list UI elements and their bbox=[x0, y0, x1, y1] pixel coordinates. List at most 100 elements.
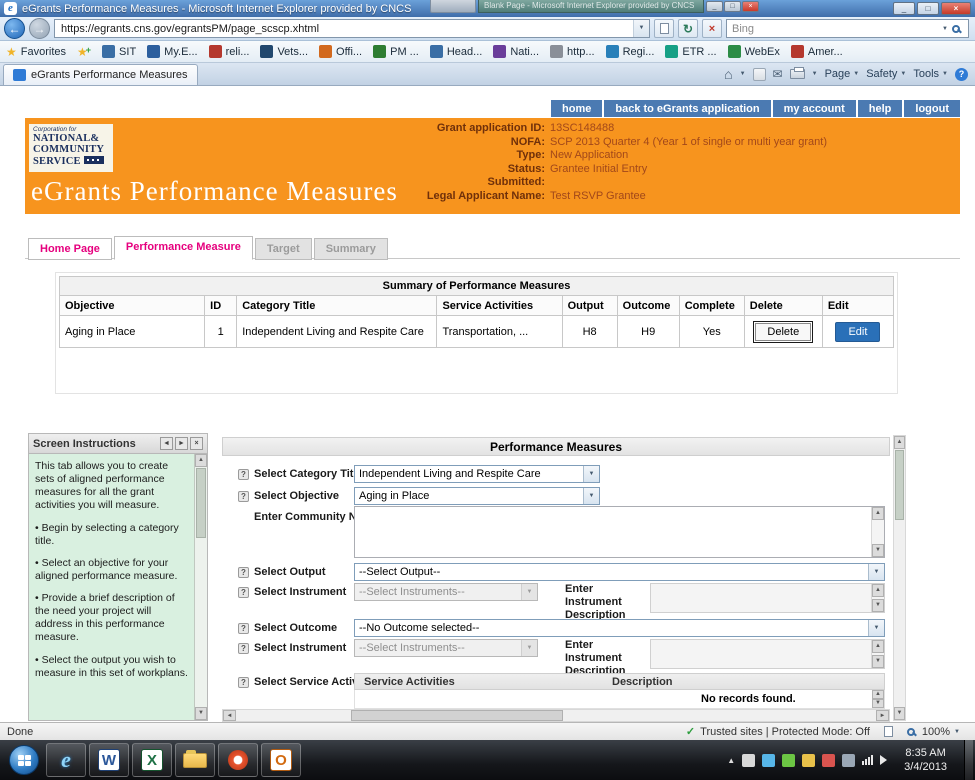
search-box[interactable]: Bing ▼ bbox=[726, 19, 969, 38]
category-title-select[interactable]: Independent Living and Respite Care ▼ bbox=[354, 465, 600, 483]
help-icon-category[interactable]: ? bbox=[238, 469, 249, 480]
taskbar-excel-button[interactable]: X bbox=[132, 743, 172, 777]
help-icon[interactable]: ? bbox=[955, 68, 968, 81]
instrument-1-select[interactable]: --Select Instruments-- ▼ bbox=[354, 583, 538, 601]
minimize-button[interactable]: _ bbox=[893, 2, 915, 15]
tab-performance-measure[interactable]: Performance Measure bbox=[114, 236, 253, 260]
favorite-link-webex[interactable]: WebEx bbox=[728, 45, 780, 58]
scroll-up-icon[interactable]: ▲ bbox=[872, 640, 884, 653]
show-desktop-button[interactable] bbox=[964, 740, 973, 780]
favorite-link-http[interactable]: http... bbox=[550, 45, 595, 58]
nav-back-to-egrants-button[interactable]: back to eGrants application bbox=[604, 100, 770, 117]
pan-left-button[interactable]: ◄ bbox=[160, 437, 173, 450]
bg-close-button[interactable]: × bbox=[742, 1, 759, 12]
output-select[interactable]: --Select Output-- ▼ bbox=[354, 563, 885, 581]
taskbar-word-button[interactable]: W bbox=[89, 743, 129, 777]
favorite-link-sit[interactable]: SIT bbox=[102, 45, 136, 58]
tray-icon[interactable] bbox=[762, 754, 775, 767]
tab-target[interactable]: Target bbox=[255, 238, 312, 260]
address-bar[interactable]: https://egrants.cns.gov/egrantsPM/page_s… bbox=[54, 19, 650, 38]
zoom-control[interactable]: 100% ▼ bbox=[907, 726, 960, 738]
tab-home-page[interactable]: Home Page bbox=[28, 238, 112, 260]
favorite-link-reli[interactable]: reli... bbox=[209, 45, 250, 58]
taskbar-media-button[interactable] bbox=[218, 743, 258, 777]
browser-tab[interactable]: eGrants Performance Measures bbox=[3, 64, 198, 85]
favorites-button[interactable]: ★ Favorites bbox=[6, 45, 66, 59]
help-icon-objective[interactable]: ? bbox=[238, 491, 249, 502]
taskbar-ie-button[interactable]: e bbox=[46, 743, 86, 777]
scrollbar-thumb[interactable] bbox=[895, 450, 904, 520]
page-menu[interactable]: Page ▼ bbox=[825, 68, 860, 80]
help-icon-instrument-1[interactable]: ? bbox=[238, 587, 249, 598]
tray-icon[interactable] bbox=[822, 754, 835, 767]
instrument-description-1-textarea[interactable]: ▲ ▼ bbox=[650, 583, 885, 613]
instructions-scrollbar[interactable]: ▲ ▼ bbox=[194, 454, 207, 720]
safety-menu[interactable]: Safety ▼ bbox=[866, 68, 906, 80]
maximize-button[interactable]: □ bbox=[917, 2, 939, 15]
stop-button[interactable]: × bbox=[702, 19, 722, 38]
scroll-left-icon[interactable]: ◄ bbox=[223, 710, 236, 721]
help-icon-instrument-2[interactable]: ? bbox=[238, 643, 249, 654]
scroll-up-icon[interactable]: ▲ bbox=[872, 690, 884, 699]
scroll-down-icon[interactable]: ▼ bbox=[195, 707, 207, 720]
scroll-down-icon[interactable]: ▼ bbox=[872, 599, 884, 612]
delete-button[interactable]: Delete bbox=[755, 323, 811, 341]
scroll-right-icon[interactable]: ► bbox=[876, 710, 889, 721]
zoom-dropdown-icon[interactable]: ▼ bbox=[954, 729, 960, 735]
nav-logout-button[interactable]: logout bbox=[904, 100, 960, 117]
clock[interactable]: 8:35 AM 3/4/2013 bbox=[904, 746, 947, 775]
favorite-link-vets[interactable]: Vets... bbox=[260, 45, 308, 58]
favorite-link-nati[interactable]: Nati... bbox=[493, 45, 539, 58]
start-button[interactable] bbox=[9, 745, 39, 775]
scroll-down-icon[interactable]: ▼ bbox=[872, 699, 884, 708]
mail-icon[interactable]: ✉ bbox=[773, 67, 783, 81]
tray-icon[interactable] bbox=[842, 754, 855, 767]
add-favorite-button[interactable]: ★ + bbox=[77, 45, 91, 59]
nav-home-button[interactable]: home bbox=[551, 100, 602, 117]
address-dropdown-icon[interactable]: ▼ bbox=[633, 20, 649, 37]
print-dropdown-icon[interactable]: ▼ bbox=[812, 71, 818, 77]
outcome-select[interactable]: --No Outcome selected-- ▼ bbox=[354, 619, 885, 637]
compatibility-view-button[interactable] bbox=[654, 19, 674, 38]
scrollbar-thumb[interactable] bbox=[196, 468, 206, 538]
scroll-up-icon[interactable]: ▲ bbox=[872, 507, 884, 520]
favorite-link-amer[interactable]: Amer... bbox=[791, 45, 843, 58]
taskbar-explorer-button[interactable] bbox=[175, 743, 215, 777]
nav-help-button[interactable]: help bbox=[858, 100, 903, 117]
scroll-down-icon[interactable]: ▼ bbox=[872, 655, 884, 668]
nav-my-account-button[interactable]: my account bbox=[773, 100, 856, 117]
instrument-description-2-textarea[interactable]: ▲ ▼ bbox=[650, 639, 885, 669]
bg-minimize-button[interactable]: _ bbox=[706, 1, 723, 12]
favorite-link-regi[interactable]: Regi... bbox=[606, 45, 655, 58]
bg-maximize-button[interactable]: □ bbox=[724, 1, 741, 12]
taskbar-outlook-button[interactable]: O bbox=[261, 743, 301, 777]
edit-button[interactable]: Edit bbox=[835, 322, 880, 342]
textarea-scrollbar[interactable]: ▲ ▼ bbox=[871, 507, 884, 557]
search-dropdown-icon[interactable]: ▼ bbox=[938, 26, 952, 32]
textarea-scrollbar[interactable]: ▲ ▼ bbox=[871, 584, 884, 612]
forward-button[interactable]: → bbox=[29, 18, 50, 39]
network-icon[interactable] bbox=[862, 755, 873, 765]
scroll-down-icon[interactable]: ▼ bbox=[872, 544, 884, 557]
community-need-textarea[interactable]: ▲ ▼ bbox=[354, 506, 885, 558]
show-hidden-icons[interactable]: ▲ bbox=[727, 756, 735, 765]
help-icon-output[interactable]: ? bbox=[238, 567, 249, 578]
tools-menu[interactable]: Tools ▼ bbox=[913, 68, 948, 80]
scrollbar-track[interactable] bbox=[236, 710, 876, 721]
home-icon[interactable]: ⌂ bbox=[724, 66, 732, 82]
favorite-link-etr[interactable]: ETR ... bbox=[665, 45, 716, 58]
help-icon-outcome[interactable]: ? bbox=[238, 623, 249, 634]
back-button[interactable]: ← bbox=[4, 18, 25, 39]
tray-icon[interactable] bbox=[802, 754, 815, 767]
tray-icon[interactable] bbox=[782, 754, 795, 767]
close-instructions-button[interactable]: × bbox=[190, 437, 203, 450]
page-scrollbar[interactable]: ▲ ▼ bbox=[893, 435, 906, 721]
scroll-up-icon[interactable]: ▲ bbox=[872, 584, 884, 597]
activities-scrollbar[interactable]: ▲ ▼ bbox=[872, 690, 884, 708]
favorite-link-head[interactable]: Head... bbox=[430, 45, 482, 58]
close-button[interactable]: × bbox=[941, 2, 971, 15]
home-dropdown-icon[interactable]: ▼ bbox=[740, 71, 746, 77]
page-view-icon[interactable] bbox=[884, 726, 893, 737]
scroll-down-icon[interactable]: ▼ bbox=[894, 707, 905, 720]
scrollbar-thumb[interactable] bbox=[351, 710, 563, 721]
